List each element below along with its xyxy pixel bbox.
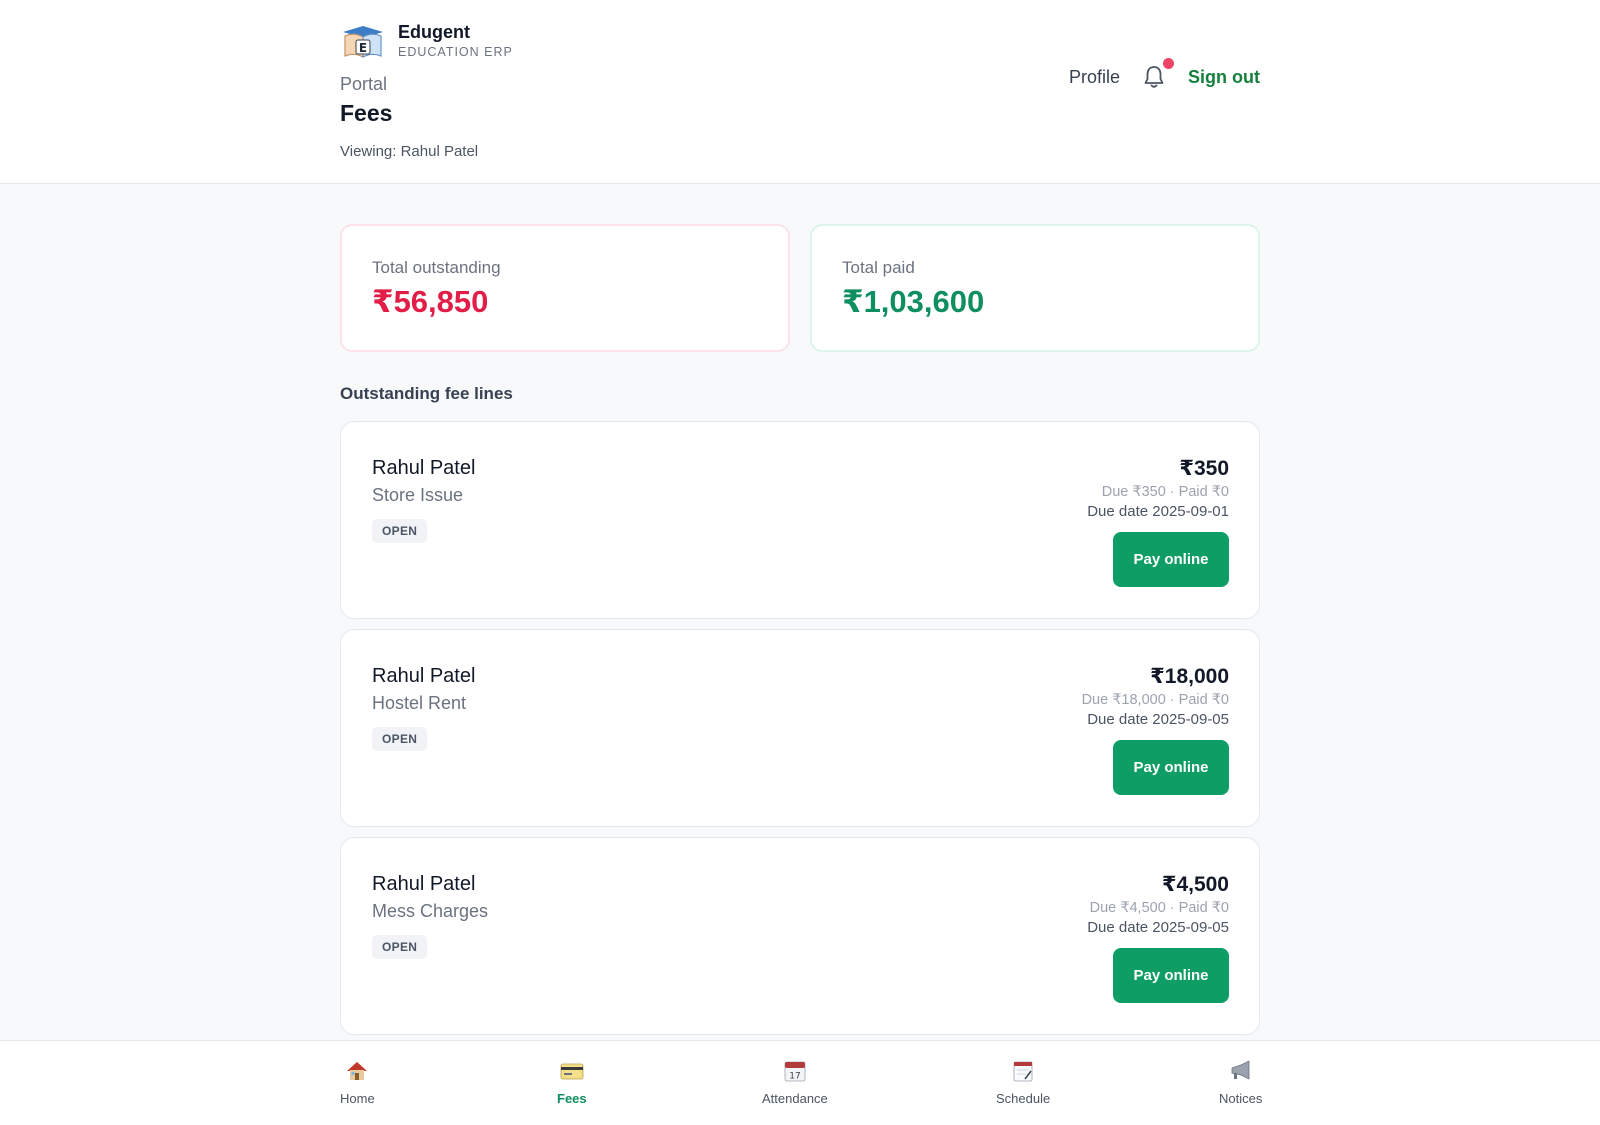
bottom-nav: Home Fees 17 Attendance Schedule Notices: [0, 1040, 1600, 1125]
fee-breakdown: Due ₹4,500 · Paid ₹0: [1089, 900, 1229, 916]
pay-online-button[interactable]: Pay online: [1113, 740, 1229, 795]
nav-label-attendance: Attendance: [762, 1091, 828, 1106]
nav-item-notices[interactable]: Notices: [1219, 1059, 1262, 1106]
total-outstanding-label: Total outstanding: [372, 258, 501, 277]
total-paid-value: ₹1,03,600: [842, 284, 985, 319]
megaphone-icon: [1231, 1060, 1250, 1080]
status-badge: OPEN: [372, 727, 428, 751]
calendar-icon: 17: [784, 1061, 806, 1082]
edugent-logo-icon: E: [340, 20, 386, 62]
fee-type: Hostel Rent: [372, 693, 467, 713]
fee-student-name: Rahul Patel: [372, 457, 476, 479]
total-paid-label: Total paid: [842, 258, 915, 277]
fee-student-name: Rahul Patel: [372, 873, 476, 895]
fee-amount: ₹18,000: [1150, 665, 1229, 688]
top-header: E Edugent EDUCATION ERP Portal Fees View…: [0, 0, 1600, 184]
brand-subtitle: EDUCATION ERP: [398, 45, 513, 59]
header-actions: Profile Sign out: [1069, 58, 1260, 90]
status-badge: OPEN: [372, 519, 428, 543]
fee-breakdown: Due ₹350 · Paid ₹0: [1101, 484, 1229, 500]
svg-text:17: 17: [789, 1072, 800, 1082]
nav-item-home[interactable]: Home: [340, 1059, 375, 1106]
total-outstanding-value: ₹56,850: [372, 284, 489, 319]
notification-button[interactable]: [1142, 58, 1175, 90]
nav-item-attendance[interactable]: 17 Attendance: [762, 1059, 828, 1106]
fee-amount-block: ₹350 Due ₹350 · Paid ₹0 Due date 2025-09…: [1087, 456, 1229, 522]
nav-label-schedule: Schedule: [996, 1091, 1051, 1106]
profile-link[interactable]: Profile: [1069, 67, 1120, 88]
fee-type: Store Issue: [372, 485, 464, 505]
total-outstanding-card: Total outstanding ₹56,850: [340, 224, 790, 352]
fee-amount: ₹350: [1179, 457, 1229, 480]
fee-type: Mess Charges: [372, 901, 489, 921]
fee-amount-block: ₹4,500 Due ₹4,500 · Paid ₹0 Due date 202…: [1087, 872, 1229, 938]
fee-line-card: Rahul Patel Hostel Rent OPEN ₹18,000 Due…: [340, 629, 1260, 827]
notepad-icon: [1013, 1061, 1033, 1082]
fee-due-date: Due date 2025-09-05: [1087, 711, 1229, 728]
house-icon: [347, 1062, 368, 1080]
fee-due-date: Due date 2025-09-01: [1087, 503, 1229, 520]
fee-due-date: Due date 2025-09-05: [1087, 919, 1229, 936]
fee-amount: ₹4,500: [1161, 873, 1229, 896]
credit-card-icon: [560, 1063, 584, 1080]
nav-label-fees: Fees: [557, 1091, 587, 1106]
portal-label: Portal: [340, 74, 388, 94]
page-title: Fees: [340, 100, 393, 126]
brand-name: Edugent: [398, 22, 470, 42]
sign-out-link[interactable]: Sign out: [1188, 67, 1260, 88]
viewing-student-label: Viewing: Rahul Patel: [340, 143, 479, 160]
section-title: Outstanding fee lines: [340, 384, 513, 403]
fee-summary: Total outstanding ₹56,850 Total paid ₹1,…: [340, 224, 1260, 352]
nav-label-notices: Notices: [1219, 1091, 1263, 1106]
fee-line-card: Rahul Patel Mess Charges OPEN ₹4,500 Due…: [340, 837, 1260, 1035]
pay-online-button[interactable]: Pay online: [1113, 948, 1229, 1003]
nav-item-schedule[interactable]: Schedule: [996, 1059, 1050, 1106]
fee-line-card: Rahul Patel Store Issue OPEN ₹350 Due ₹3…: [340, 421, 1260, 619]
nav-item-fees[interactable]: Fees: [557, 1059, 587, 1106]
pay-online-button[interactable]: Pay online: [1113, 532, 1229, 587]
total-paid-card: Total paid ₹1,03,600: [810, 224, 1260, 352]
notification-dot: [1163, 58, 1175, 69]
nav-label-home: Home: [340, 1091, 375, 1106]
fee-breakdown: Due ₹18,000 · Paid ₹0: [1081, 692, 1229, 708]
fee-lines-list: Rahul Patel Store Issue OPEN ₹350 Due ₹3…: [340, 421, 1260, 1045]
fee-amount-block: ₹18,000 Due ₹18,000 · Paid ₹0 Due date 2…: [1082, 664, 1229, 730]
svg-text:E: E: [359, 41, 367, 55]
brand[interactable]: E Edugent EDUCATION ERP: [340, 20, 513, 62]
fee-student-name: Rahul Patel: [372, 665, 476, 687]
bell-icon: [1144, 66, 1164, 88]
status-badge: OPEN: [372, 935, 428, 959]
